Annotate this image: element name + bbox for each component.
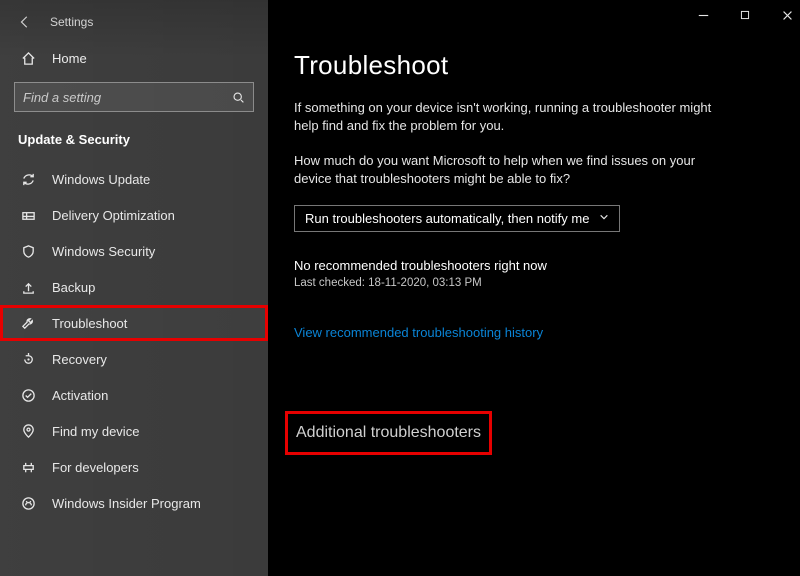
- home-label: Home: [52, 51, 87, 66]
- maximize-button[interactable]: [738, 8, 752, 22]
- sidebar-item-find-my-device[interactable]: Find my device: [0, 413, 268, 449]
- location-icon: [20, 423, 36, 439]
- sidebar-item-label: Windows Security: [52, 244, 155, 259]
- sidebar-item-label: Find my device: [52, 424, 139, 439]
- backup-icon: [20, 279, 36, 295]
- sync-icon: [20, 171, 36, 187]
- search-box[interactable]: [14, 82, 254, 112]
- app-title: Settings: [50, 15, 93, 29]
- sidebar-item-windows-update[interactable]: Windows Update: [0, 161, 268, 197]
- page-title: Troubleshoot: [294, 50, 774, 81]
- sidebar-item-recovery[interactable]: Recovery: [0, 341, 268, 377]
- troubleshoot-level-dropdown[interactable]: Run troubleshooters automatically, then …: [294, 205, 620, 232]
- back-button[interactable]: [18, 15, 32, 29]
- wrench-icon: [20, 315, 36, 331]
- search-icon: [231, 90, 245, 104]
- sidebar-item-label: Recovery: [52, 352, 107, 367]
- home-button[interactable]: Home: [0, 36, 268, 78]
- shield-icon: [20, 243, 36, 259]
- developer-icon: [20, 459, 36, 475]
- sidebar-item-windows-insider-program[interactable]: Windows Insider Program: [0, 485, 268, 521]
- check-circle-icon: [20, 387, 36, 403]
- close-button[interactable]: [780, 8, 794, 22]
- additional-troubleshooters-header[interactable]: Additional troubleshooters: [294, 420, 483, 446]
- sidebar-item-label: Activation: [52, 388, 108, 403]
- chevron-down-icon: [599, 212, 609, 225]
- sidebar-item-delivery-optimization[interactable]: Delivery Optimization: [0, 197, 268, 233]
- sidebar-item-label: Backup: [52, 280, 95, 295]
- search-input[interactable]: [23, 90, 231, 105]
- insider-icon: [20, 495, 36, 511]
- prompt-text: How much do you want Microsoft to help w…: [294, 152, 714, 187]
- sidebar-item-activation[interactable]: Activation: [0, 377, 268, 413]
- sidebar-item-label: For developers: [52, 460, 139, 475]
- sidebar-item-for-developers[interactable]: For developers: [0, 449, 268, 485]
- sidebar-item-troubleshoot[interactable]: Troubleshoot: [0, 305, 268, 341]
- delivery-icon: [20, 207, 36, 223]
- status-text: No recommended troubleshooters right now: [294, 258, 774, 273]
- sidebar-item-backup[interactable]: Backup: [0, 269, 268, 305]
- sidebar-item-label: Windows Insider Program: [52, 496, 201, 511]
- titlebar-left: Settings: [0, 12, 268, 36]
- recovery-icon: [20, 351, 36, 367]
- view-history-link[interactable]: View recommended troubleshooting history: [294, 325, 543, 340]
- sidebar-item-label: Troubleshoot: [52, 316, 127, 331]
- window-controls: [696, 8, 794, 22]
- sidebar-section-title: Update & Security: [0, 126, 268, 161]
- main-content: Troubleshoot If something on your device…: [268, 0, 800, 576]
- minimize-button[interactable]: [696, 8, 710, 22]
- dropdown-value: Run troubleshooters automatically, then …: [305, 211, 589, 226]
- home-icon: [20, 50, 36, 66]
- sidebar: Settings Home Update & Security Windows …: [0, 0, 268, 576]
- sidebar-item-label: Delivery Optimization: [52, 208, 175, 223]
- sidebar-nav: Windows Update Delivery Optimization Windo…: [0, 161, 268, 521]
- intro-text: If something on your device isn't workin…: [294, 99, 714, 134]
- sidebar-item-windows-security[interactable]: Windows Security: [0, 233, 268, 269]
- sidebar-item-label: Windows Update: [52, 172, 150, 187]
- last-checked-text: Last checked: 18-11-2020, 03:13 PM: [294, 277, 774, 289]
